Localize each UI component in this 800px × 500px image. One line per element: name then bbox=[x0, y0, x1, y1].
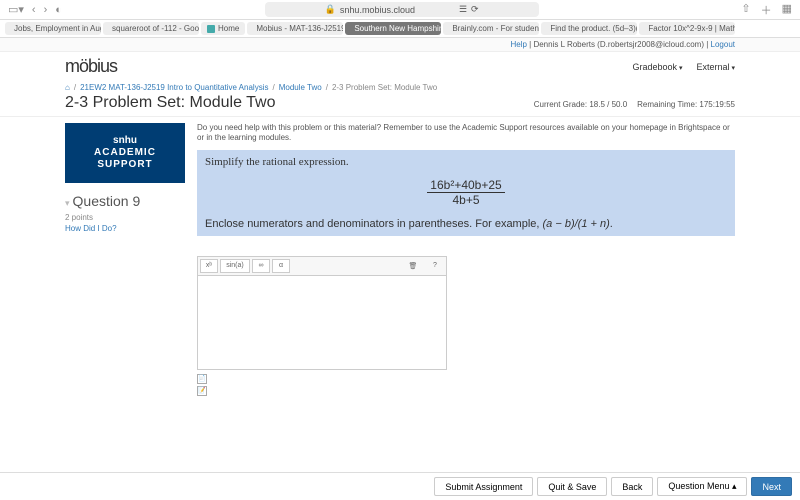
tab-label: Southern New Hampshire… bbox=[354, 24, 441, 33]
breadcrumb-module[interactable]: Module Two bbox=[279, 83, 322, 92]
help-link[interactable]: Help bbox=[510, 40, 526, 49]
tab-label: Home bbox=[218, 24, 239, 33]
exponent-button[interactable]: xᵇ bbox=[200, 259, 218, 273]
back-button[interactable]: Back bbox=[611, 477, 653, 496]
tab-label: Jobs, Employment in Aug… bbox=[14, 24, 101, 33]
breadcrumb-course[interactable]: 21EW2 MAT-136-J2519 Intro to Quantitativ… bbox=[80, 83, 268, 92]
how-did-i-do-link[interactable]: How Did I Do? bbox=[65, 224, 185, 233]
browser-tab[interactable]: Find the product. (5d–3)(… bbox=[541, 22, 637, 35]
next-button[interactable]: Next bbox=[751, 477, 792, 496]
help-icon[interactable]: ? bbox=[426, 259, 444, 273]
problem-box: Simplify the rational expression. 16b²+4… bbox=[197, 150, 735, 236]
quit-save-button[interactable]: Quit & Save bbox=[537, 477, 607, 496]
collapse-icon[interactable]: ▾ bbox=[65, 198, 70, 208]
question-header[interactable]: ▾Question 9 bbox=[65, 193, 185, 209]
browser-tab[interactable]: Southern New Hampshire… bbox=[345, 22, 441, 35]
sidebar-toggle-icon[interactable]: ▭▾ bbox=[8, 3, 24, 16]
gradebook-menu[interactable]: Gradebook bbox=[633, 62, 683, 72]
share-icon[interactable]: ⇧ bbox=[741, 2, 750, 18]
breadcrumb: ⌂ / 21EW2 MAT-136-J2519 Intro to Quantit… bbox=[0, 81, 800, 94]
favicon-icon bbox=[207, 25, 215, 33]
logout-link[interactable]: Logout bbox=[711, 40, 735, 49]
forward-arrow-icon[interactable]: › bbox=[44, 4, 48, 16]
tab-label: squareroot of -112 - Goo… bbox=[112, 24, 199, 33]
question-menu-button[interactable]: Question Menu ▴ bbox=[657, 477, 747, 496]
time-label: Remaining Time: bbox=[637, 100, 697, 109]
browser-tab[interactable]: squareroot of -112 - Goo… bbox=[103, 22, 199, 35]
browser-tab[interactable]: Jobs, Employment in Aug… bbox=[5, 22, 101, 35]
mobius-logo[interactable]: möbius bbox=[65, 56, 117, 77]
problem-prompt: Simplify the rational expression. bbox=[205, 156, 727, 168]
note-icon[interactable]: 📝 bbox=[197, 386, 207, 396]
tab-label: Brainly.com - For student… bbox=[452, 24, 539, 33]
infinity-button[interactable]: ∞ bbox=[252, 259, 270, 273]
grade-label: Current Grade: bbox=[534, 100, 587, 109]
attachment-icon[interactable]: 📄 bbox=[197, 374, 207, 384]
tab-label: Find the product. (5d–3)(… bbox=[550, 24, 637, 33]
url-bar[interactable]: 🔒 snhu.mobius.cloud ☰ ⟳ bbox=[70, 2, 733, 17]
page-title: 2-3 Problem Set: Module Two bbox=[65, 94, 275, 112]
tab-label: Mobius - MAT-136-J2519… bbox=[256, 24, 343, 33]
external-menu[interactable]: External bbox=[697, 62, 736, 72]
breadcrumb-current: 2-3 Problem Set: Module Two bbox=[332, 83, 437, 92]
breadcrumb-home[interactable]: ⌂ bbox=[65, 83, 70, 92]
lock-icon: 🔒 bbox=[325, 4, 336, 15]
shield-icon[interactable]: ◐ bbox=[55, 4, 62, 16]
help-text: Do you need help with this problem or th… bbox=[197, 123, 735, 144]
time-value: 175:19:55 bbox=[699, 100, 735, 109]
browser-tab[interactable]: Mobius - MAT-136-J2519… bbox=[247, 22, 343, 35]
trash-icon[interactable]: 🗑 bbox=[404, 259, 422, 273]
browser-tab[interactable]: Factor 10x^2-9x-9 | Math… bbox=[639, 22, 735, 35]
equation-toolbar: xᵇ sin(a) ∞ α 🗑 ? bbox=[197, 256, 447, 275]
user-name: Dennis L Roberts (D.robertsjr2008@icloud… bbox=[533, 40, 704, 49]
alpha-button[interactable]: α bbox=[272, 259, 290, 273]
reader-icon[interactable]: ☰ bbox=[459, 4, 467, 15]
topbar: Help | Dennis L Roberts (D.robertsjr2008… bbox=[0, 38, 800, 52]
support-badge[interactable]: snhu ACADEMIC SUPPORT bbox=[65, 123, 185, 183]
tabs-icon[interactable]: ▦ bbox=[782, 2, 792, 18]
submit-button[interactable]: Submit Assignment bbox=[434, 477, 533, 496]
reload-icon[interactable]: ⟳ bbox=[471, 4, 479, 15]
points-label: 2 points bbox=[65, 213, 185, 222]
browser-tab[interactable]: Home bbox=[201, 22, 245, 35]
grade-value: 18.5 / 50.0 bbox=[589, 100, 627, 109]
trig-button[interactable]: sin(a) bbox=[220, 259, 250, 273]
back-arrow-icon[interactable]: ‹ bbox=[32, 4, 36, 16]
browser-tab[interactable]: Brainly.com - For student… bbox=[443, 22, 539, 35]
problem-hint: Enclose numerators and denominators in p… bbox=[205, 218, 727, 230]
url-text: snhu.mobius.cloud bbox=[340, 5, 415, 15]
tab-label: Factor 10x^2-9x-9 | Math… bbox=[648, 24, 735, 33]
answer-input[interactable] bbox=[197, 275, 447, 370]
new-tab-icon[interactable]: ＋ bbox=[761, 2, 772, 18]
problem-formula: 16b²+40b+25 4b+5 bbox=[205, 178, 727, 208]
